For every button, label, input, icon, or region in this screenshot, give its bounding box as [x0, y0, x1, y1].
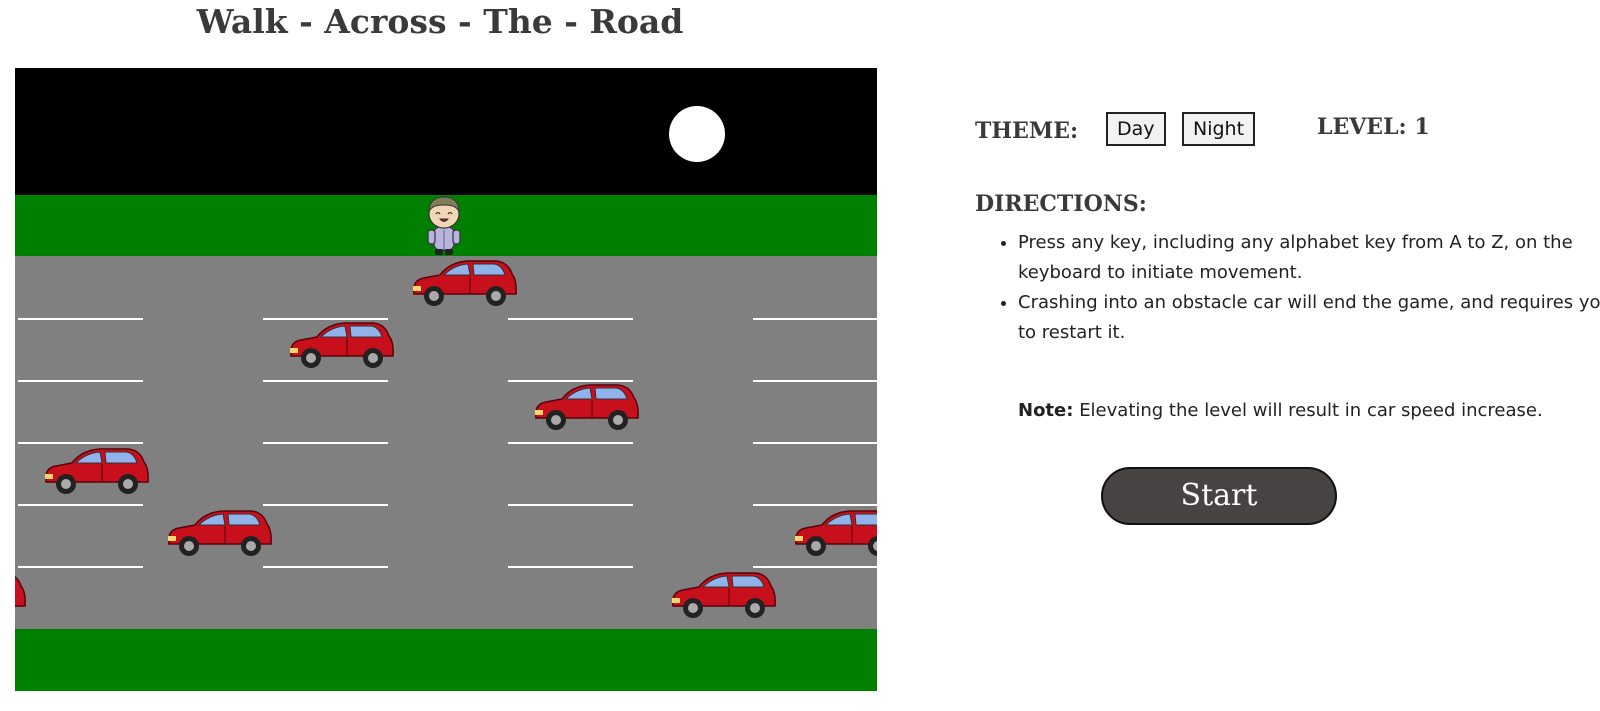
player-character — [423, 194, 465, 258]
lane-line — [753, 566, 877, 568]
level-value: 1 — [1414, 114, 1430, 140]
lane-line — [508, 504, 633, 506]
level-label: LEVEL: — [1317, 114, 1407, 140]
lane-line — [18, 566, 143, 568]
obstacle-car — [42, 446, 150, 498]
direction-item: Crashing into an obstacle car will end t… — [1018, 288, 1600, 348]
lane-line — [18, 318, 143, 320]
obstacle-car — [15, 570, 27, 622]
obstacle-car — [792, 508, 877, 560]
lane-line — [263, 566, 388, 568]
game-title: Walk - Across - The - Road — [196, 2, 684, 41]
obstacle-car — [410, 258, 518, 310]
obstacle-car — [165, 508, 273, 560]
direction-item: Press any key, including any alphabet ke… — [1018, 228, 1600, 288]
lane-line — [753, 504, 877, 506]
note-label: Note: — [1018, 400, 1074, 421]
note: Note: Elevating the level will result in… — [1018, 400, 1543, 421]
directions-heading: DIRECTIONS: — [975, 191, 1147, 217]
lane-line — [263, 442, 388, 444]
lane-line — [753, 380, 877, 382]
lane-line — [18, 442, 143, 444]
theme-label: THEME: — [975, 118, 1079, 144]
game-board[interactable] — [15, 68, 877, 691]
lane-line — [263, 380, 388, 382]
directions-list: Press any key, including any alphabet ke… — [992, 228, 1600, 348]
lane-line — [263, 504, 388, 506]
lane-line — [18, 380, 143, 382]
obstacle-car — [669, 570, 777, 622]
night-theme-button[interactable]: Night — [1182, 112, 1256, 146]
lane-line — [508, 566, 633, 568]
obstacle-car — [287, 320, 395, 372]
night-sky — [15, 68, 877, 195]
note-text: Elevating the level will result in car s… — [1079, 400, 1543, 421]
level-indicator: LEVEL: 1 — [1317, 114, 1430, 140]
moon — [669, 106, 725, 162]
lane-line — [508, 318, 633, 320]
day-theme-button[interactable]: Day — [1106, 112, 1166, 146]
grass-bottom — [15, 629, 877, 691]
lane-line — [753, 318, 877, 320]
obstacle-car — [532, 382, 640, 434]
lane-line — [18, 504, 143, 506]
lane-line — [508, 442, 633, 444]
start-button[interactable]: Start — [1101, 467, 1337, 525]
lane-line — [753, 442, 877, 444]
